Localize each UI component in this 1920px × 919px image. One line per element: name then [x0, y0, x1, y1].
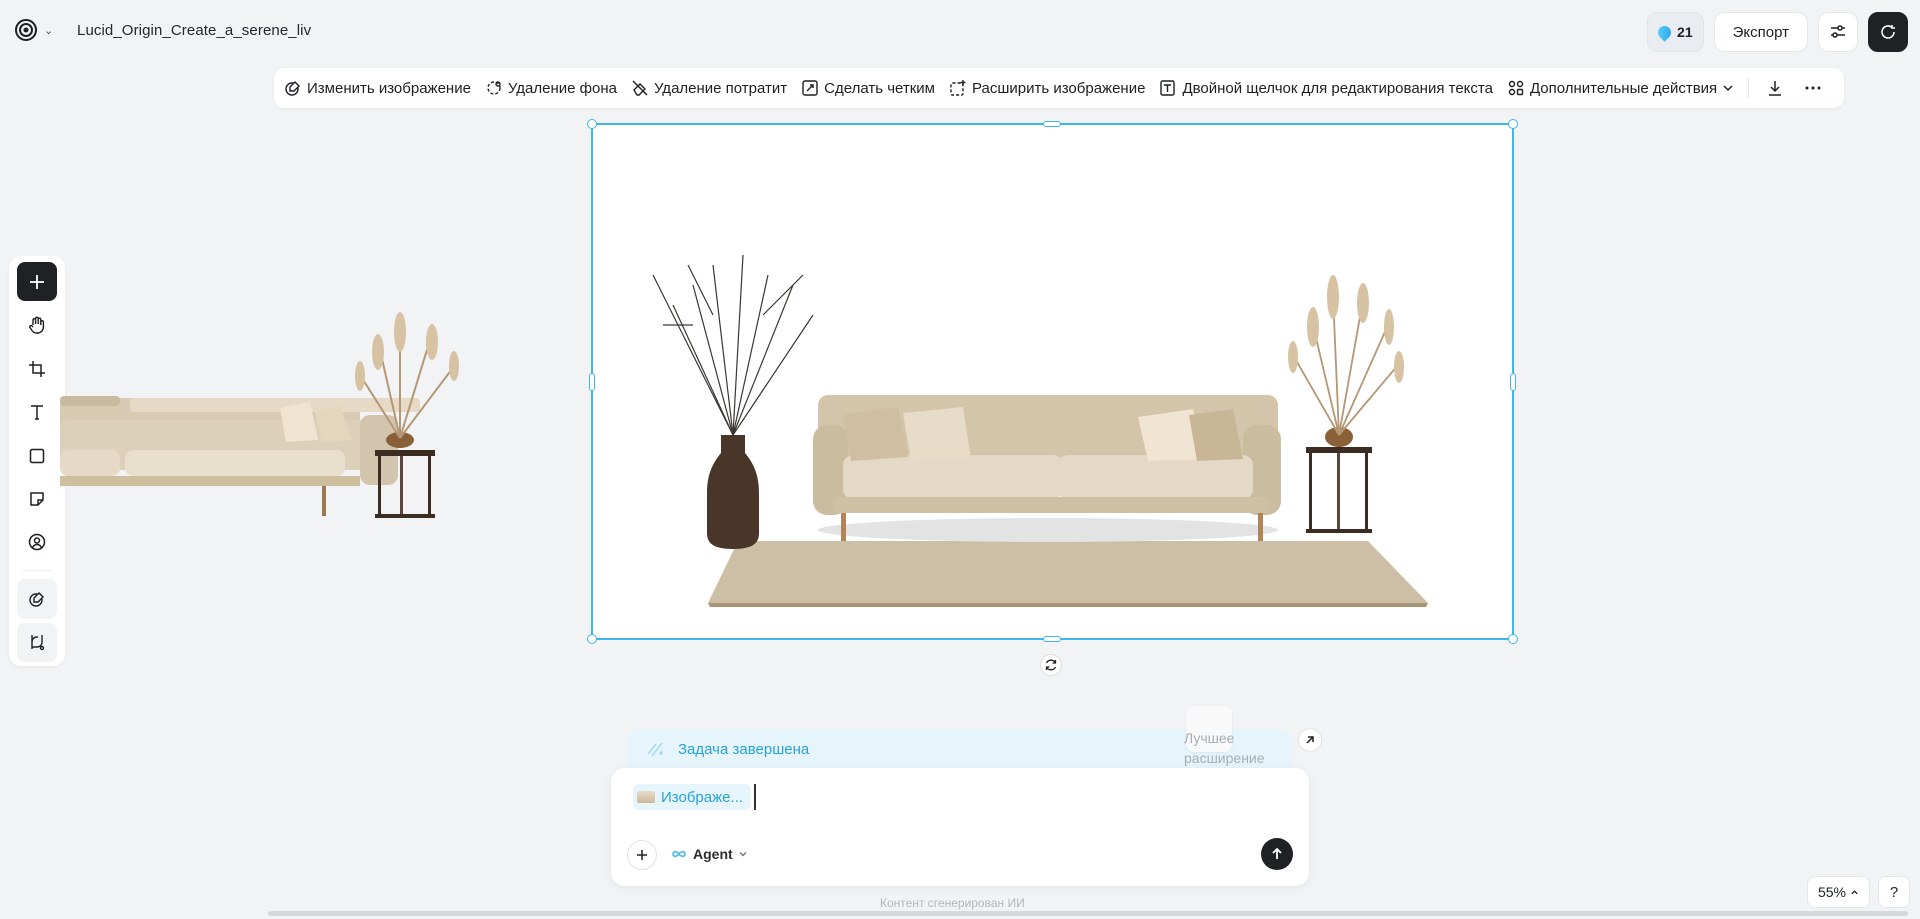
canvas-image-selected[interactable]: [587, 119, 1518, 644]
sticky-note-icon: [30, 492, 44, 506]
frame-tool-button[interactable]: [17, 349, 57, 388]
resize-handle-top[interactable]: [1043, 121, 1061, 127]
add-attachment-button[interactable]: [627, 840, 657, 870]
sticky-note-tool-button[interactable]: [17, 479, 57, 518]
sidebar-divider: [22, 570, 52, 572]
sharpen-button[interactable]: Сделать четким: [801, 79, 935, 97]
eraser-icon: [632, 80, 648, 96]
task-hint-text: Лучшее расширение: [1184, 730, 1265, 766]
chevron-up-icon: [1851, 889, 1858, 894]
sharpen-label: Сделать четким: [824, 79, 935, 97]
help-button[interactable]: ?: [1878, 876, 1910, 908]
task-status-text: Задача завершена: [678, 740, 810, 758]
rectangle-icon: [29, 448, 45, 463]
overflow-menu-button[interactable]: [1801, 76, 1825, 100]
edit-text-icon: [1160, 80, 1176, 96]
tool-sidebar: [9, 256, 65, 666]
more-actions-label: Дополнительные действия: [1529, 79, 1718, 97]
resize-handle-bottom-left[interactable]: [587, 634, 597, 644]
image-toolbar: Изменить изображение Удаление фона Удале…: [274, 68, 1844, 108]
sliders-icon: [1831, 25, 1845, 38]
edit-image-icon: [285, 81, 300, 96]
hand-icon: [29, 316, 45, 334]
export-button[interactable]: Экспорт: [1713, 12, 1808, 52]
expand-image-label: Расширить изображение: [972, 79, 1146, 97]
shape-tool-button[interactable]: [17, 436, 57, 475]
app-logo-icon: [15, 19, 37, 41]
settings-sliders-button[interactable]: [1818, 12, 1858, 52]
edit-text-label: Двойной щелчок для редактирования текста: [1182, 79, 1493, 97]
download-icon: [1769, 81, 1782, 96]
text-icon: [31, 405, 43, 420]
agent-mode-selector[interactable]: Agent: [670, 846, 748, 862]
horizontal-scrollbar[interactable]: [268, 911, 1908, 916]
remove-background-label: Удаление фона: [507, 79, 617, 97]
add-tool-button[interactable]: [17, 262, 57, 302]
canvas-image-previous[interactable]: [60, 290, 480, 540]
app-logo-menu[interactable]: ⌄: [14, 18, 53, 42]
edit-image-button[interactable]: Изменить изображение: [284, 79, 471, 97]
resize-handle-left[interactable]: [589, 373, 595, 391]
remove-background-icon: [487, 81, 501, 95]
arrow-up-right-icon: [1306, 736, 1314, 744]
add-icon: [30, 274, 44, 289]
avatar-icon: [28, 534, 46, 551]
edit-image-label: Изменить изображение: [307, 79, 471, 97]
task-brush-icon: [647, 742, 663, 757]
refresh-chat-icon: [1881, 25, 1895, 39]
credits-badge[interactable]: 21: [1647, 12, 1704, 52]
agent-mode-label: Agent: [693, 846, 733, 862]
resize-handle-top-right[interactable]: [1508, 119, 1518, 129]
remove-background-button[interactable]: Удаление фона: [485, 79, 617, 97]
more-actions-icon: [1508, 80, 1524, 96]
credits-count: 21: [1677, 24, 1693, 40]
sharpen-icon: [802, 80, 818, 96]
zoom-control[interactable]: 55%: [1806, 876, 1870, 908]
expand-image-icon: [950, 80, 966, 96]
infinity-icon: [672, 851, 686, 857]
attached-image-chip[interactable]: Изображе...: [633, 784, 751, 810]
workflow-icon: [31, 635, 45, 651]
expand-panel-button[interactable]: [1298, 728, 1322, 752]
attached-image-label: Изображе...: [661, 788, 743, 806]
plus-icon: [637, 850, 647, 860]
rotate-icon: [1045, 659, 1057, 671]
send-button[interactable]: [1261, 838, 1293, 870]
ellipsis-icon: [1805, 86, 1821, 90]
workflow-tool-button[interactable]: [17, 622, 57, 663]
eraser-label: Удаление потратит: [653, 79, 788, 97]
more-actions-button[interactable]: Дополнительные действия: [1507, 79, 1734, 97]
attached-image-thumbnail: [637, 791, 655, 803]
arrow-up-icon: [1272, 847, 1282, 859]
resize-handle-bottom-right[interactable]: [1508, 634, 1518, 644]
chevron-down-icon: [739, 852, 747, 857]
crop-frame-icon: [29, 360, 45, 377]
chevron-down-icon: ⌄: [44, 24, 54, 37]
toolbar-divider: [1748, 78, 1750, 98]
chevron-down-icon: [1723, 85, 1733, 92]
living-room-image: [593, 125, 1512, 638]
agent-chat-input[interactable]: Изображе... Agent: [611, 768, 1309, 886]
eraser-button[interactable]: Удаление потратит: [631, 79, 787, 97]
download-button[interactable]: [1763, 76, 1787, 100]
avatar-tool-button[interactable]: [17, 523, 57, 562]
resize-handle-right[interactable]: [1510, 373, 1516, 391]
resize-handle-bottom[interactable]: [1043, 636, 1061, 642]
credits-drop-icon: [1655, 22, 1674, 42]
text-tool-button[interactable]: [17, 392, 57, 431]
refresh-chat-button[interactable]: [1868, 12, 1908, 52]
expand-image-button[interactable]: Расширить изображение: [949, 79, 1145, 97]
edit-text-button[interactable]: Двойной щелчок для редактирования текста: [1159, 79, 1493, 97]
ai-edit-tool-button[interactable]: [17, 579, 57, 619]
ai-edit-icon: [29, 591, 44, 607]
ai-content-notice: Контент сгенерирован ИИ: [880, 896, 1025, 910]
hand-tool-button[interactable]: [17, 305, 57, 344]
rotate-handle[interactable]: [1040, 654, 1062, 676]
zoom-level: 55%: [1817, 884, 1846, 900]
text-cursor: [754, 784, 756, 810]
resize-handle-top-left[interactable]: [587, 119, 597, 129]
document-title[interactable]: Lucid_Origin_Create_a_serene_liv: [77, 22, 311, 39]
